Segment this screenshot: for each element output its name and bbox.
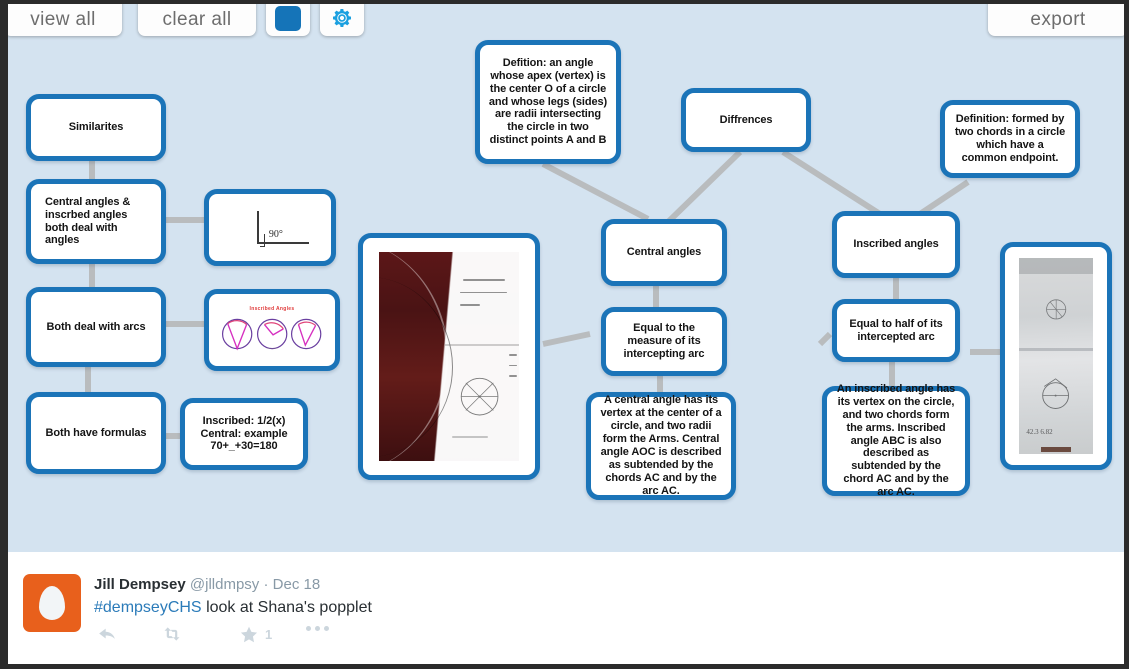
worksheet-diagram-bottom (1042, 378, 1070, 409)
connector-inscribeddef-inscribed (918, 179, 970, 217)
popplet-toolbar: view all clear all export (8, 4, 1124, 38)
page-frame-bottom (0, 664, 1129, 669)
more-button[interactable] (306, 626, 329, 631)
popple-three-circles-image[interactable]: Inscribed Angles ——— (204, 289, 340, 371)
inscribed-angles-diagram-image: Inscribed Angles ——— (216, 301, 328, 359)
photo-bottom-shadow (1041, 447, 1071, 452)
more-dots-icon (306, 626, 329, 631)
tweet-body: #dempseyCHS look at Shana's popplet (94, 599, 372, 617)
popple-text: Definition: formed by two chords in a ci… (954, 113, 1066, 164)
color-swatch-button[interactable] (266, 4, 310, 36)
popple-text: Equal to the measure of its intercepting… (623, 322, 705, 360)
popple-central-angle-detail[interactable]: A central angle has its vertex at the ce… (586, 392, 736, 500)
desk-shadow-arc (379, 276, 453, 458)
vertical-ray (257, 210, 259, 243)
tweet-text: look at Shana's popplet (206, 599, 372, 616)
popple-formulas-detail[interactable]: Inscribed: 1/2(x) Central: example 70+_+… (180, 398, 308, 470)
popple-diffrences[interactable]: Diffrences (681, 88, 811, 152)
tweet-handle[interactable]: @jlldmpsy (190, 576, 259, 593)
popple-text: Equal to half of its intercepted arc (849, 317, 943, 343)
handwritten-notes-photo (370, 245, 528, 468)
diagram-title: Inscribed Angles (249, 305, 295, 312)
connector-photo-measure (542, 331, 591, 347)
retweet-button[interactable] (162, 626, 182, 642)
popple-both-have-formulas[interactable]: Both have formulas (26, 392, 166, 474)
popple-inscribed-angles[interactable]: Inscribed angles (832, 211, 960, 278)
popple-worksheet-photo[interactable]: 42.3 6.82 (1000, 242, 1112, 470)
settings-button[interactable] (320, 4, 364, 36)
paper-fold-seam (1019, 348, 1093, 352)
reply-button[interactable] (98, 626, 116, 642)
egg-avatar-icon (39, 586, 65, 620)
connector-diffrences-centralangles (665, 149, 743, 225)
popple-similarites[interactable]: Similarites (26, 94, 166, 161)
popple-central-angle-definition[interactable]: Defition: an angle whose apex (vertex) i… (475, 40, 621, 164)
popple-text: Defition: an angle whose apex (vertex) i… (488, 56, 608, 147)
connector-diffrences-inscribed (781, 149, 882, 217)
popple-central-angles[interactable]: Central angles (601, 219, 727, 286)
popple-inscribed-angle-detail[interactable]: An inscribed angle has its vertex on the… (822, 383, 970, 498)
popple-text: An inscribed angle has its vertex on the… (836, 382, 956, 499)
popple-inscribed-definition[interactable]: Definition: formed by two chords in a ci… (940, 100, 1080, 178)
popple-notebook-photo[interactable] (358, 233, 540, 480)
popple-central-equal-measure[interactable]: Equal to the measure of its intercepting… (601, 307, 727, 376)
gear-icon (333, 9, 351, 28)
popple-text: Central angles & inscrbed angles both de… (45, 195, 131, 247)
page-frame-left (0, 0, 8, 669)
avatar[interactable] (23, 574, 81, 632)
tweet-date[interactable]: Dec 18 (273, 576, 321, 593)
popple-central-inscribed-angles[interactable]: Central angles & inscrbed angles both de… (26, 179, 166, 264)
paper-seam (444, 343, 519, 346)
angle-label: 90° (268, 228, 283, 240)
tweet-separator: · (263, 576, 269, 593)
right-angle-diagram-image: 90° (216, 201, 324, 254)
popple-text: Both deal with arcs (46, 320, 146, 333)
star-icon (240, 626, 258, 643)
handwritten-worksheet-photo: 42.3 6.82 (1012, 254, 1100, 458)
popple-right-angle-image[interactable]: 90° (204, 189, 336, 266)
popple-inscribed-equal-half[interactable]: Equal to half of its intercepted arc (832, 299, 960, 362)
diagram-caption: ——— (266, 345, 278, 350)
clear-all-button[interactable]: clear all (138, 4, 256, 36)
photo-top-shadow (1019, 258, 1093, 274)
view-all-button[interactable]: view all (8, 4, 122, 36)
favorite-count: 1 (265, 627, 273, 642)
connector-half-photo (817, 331, 833, 347)
page-frame-right (1124, 0, 1129, 669)
tweet-display-name[interactable]: Jill Dempsey (94, 576, 186, 593)
popple-text: Inscribed: 1/2(x) Central: example 70+_+… (200, 414, 288, 453)
popple-text: Diffrences (719, 113, 773, 126)
tweet-header: Jill Dempsey @jlldmpsy · Dec 18 (94, 576, 320, 593)
right-angle-tick-icon (260, 234, 266, 248)
popple-text: A central angle has its vertex at the ce… (600, 394, 722, 497)
blue-square-icon (275, 5, 301, 31)
tweet-actions: 1 (94, 626, 354, 652)
popplet-canvas[interactable]: Similarites Central angles & inscrbed an… (8, 4, 1124, 552)
popple-text: Inscribed angles (853, 238, 939, 251)
popple-both-deal-with-arcs[interactable]: Both deal with arcs (26, 287, 166, 367)
popple-text: Central angles (626, 246, 702, 259)
tweet-hashtag[interactable]: #dempseyCHS (94, 599, 202, 616)
favorite-button[interactable]: 1 (240, 626, 272, 643)
reply-arrow-icon (99, 628, 115, 639)
export-button[interactable]: export (988, 4, 1124, 36)
popple-text: Similarites (68, 121, 124, 134)
popplet-screenshot: Similarites Central angles & inscrbed an… (0, 0, 1129, 669)
connector-definition-centralangles (541, 161, 650, 222)
retweet-icon (164, 627, 180, 641)
popple-text: Both have formulas (45, 426, 147, 439)
tweet-card: Jill Dempsey @jlldmpsy · Dec 18 #dempsey… (8, 552, 1124, 664)
worksheet-diagram-top (1045, 298, 1066, 319)
photo-circle-diagram (460, 377, 499, 416)
